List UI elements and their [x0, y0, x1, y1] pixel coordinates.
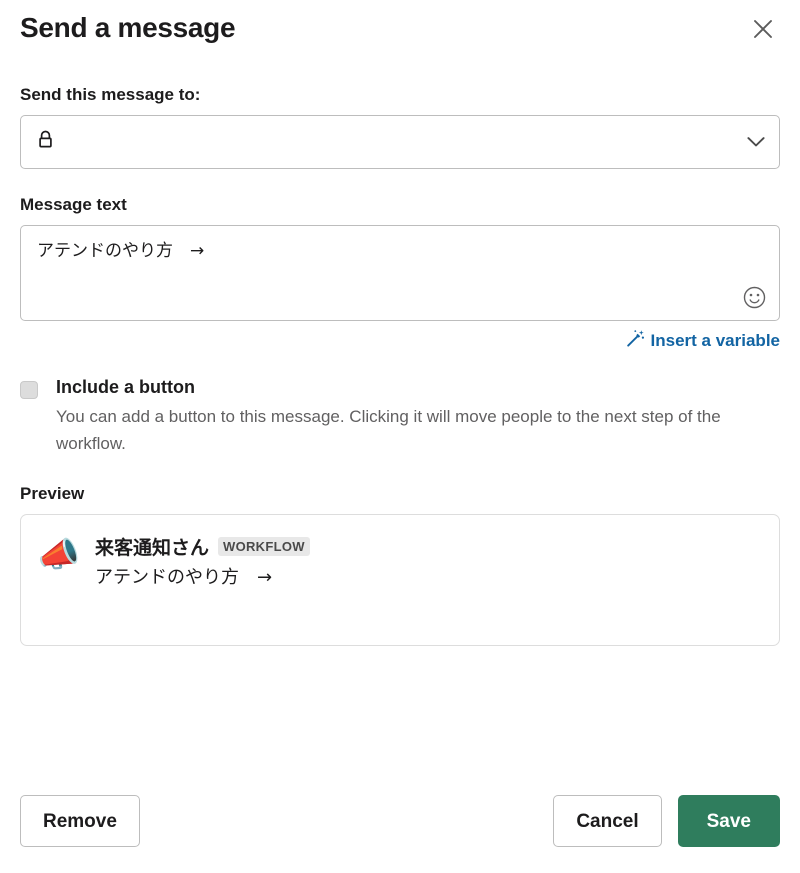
preview-label: Preview	[20, 484, 85, 503]
include-button-description: You can add a button to this message. Cl…	[56, 407, 721, 453]
save-button[interactable]: Save	[677, 795, 780, 847]
recipient-field: Send this message to:	[20, 84, 780, 169]
preview-message-content: 来客通知さん WORKFLOW アテンドのやり方 →	[95, 533, 310, 627]
recipient-selected-value	[37, 130, 61, 155]
magic-wand-icon	[626, 329, 645, 353]
preview-author-name: 来客通知さん	[95, 537, 210, 559]
chevron-down-icon	[747, 137, 765, 148]
status-badge: WORKFLOW	[218, 537, 310, 556]
cancel-button[interactable]: Cancel	[553, 795, 662, 847]
recipient-label: Send this message to:	[20, 85, 201, 104]
megaphone-emoji: 📣	[37, 536, 81, 574]
preview-message-header: 来客通知さん WORKFLOW	[95, 533, 310, 560]
page-title: Send a message	[20, 12, 236, 43]
insert-variable-row: Insert a variable	[20, 329, 780, 353]
emoji-smiley-icon	[743, 286, 766, 312]
emoji-picker-button[interactable]	[741, 286, 767, 312]
include-button-texts: Include a button You can add a button to…	[56, 375, 780, 457]
message-text-label: Message text	[20, 195, 127, 214]
send-a-message-dialog: Send a message Send this message to: Mes…	[0, 0, 800, 873]
recipient-select[interactable]	[20, 115, 780, 169]
include-button-checkbox[interactable]	[20, 381, 38, 399]
include-button-label[interactable]: Include a button	[56, 375, 780, 399]
remove-button[interactable]: Remove	[20, 795, 140, 847]
preview-message-body: アテンドのやり方 →	[95, 567, 273, 588]
close-icon	[752, 18, 774, 40]
close-button[interactable]	[746, 12, 780, 46]
preview-message-card: 📣 来客通知さん WORKFLOW アテンドのやり方 →	[20, 514, 780, 646]
preview-section: Preview 📣 来客通知さん WORKFLOW アテンドのやり方 →	[20, 483, 780, 646]
message-text-value: アテンドのやり方 →	[37, 241, 205, 261]
include-button-field: Include a button You can add a button to…	[20, 375, 780, 457]
dialog-header: Send a message	[20, 0, 780, 62]
insert-variable-link[interactable]: Insert a variable	[626, 329, 780, 353]
footer-actions: Cancel Save	[553, 795, 780, 847]
lock-icon	[37, 130, 54, 155]
message-text-field: Message text アテンドのやり方 → Insert a variabl…	[20, 194, 780, 353]
message-text-input[interactable]: アテンドのやり方 →	[20, 225, 780, 321]
insert-variable-label: Insert a variable	[650, 331, 780, 350]
dialog-footer: Remove Cancel Save	[20, 795, 780, 847]
